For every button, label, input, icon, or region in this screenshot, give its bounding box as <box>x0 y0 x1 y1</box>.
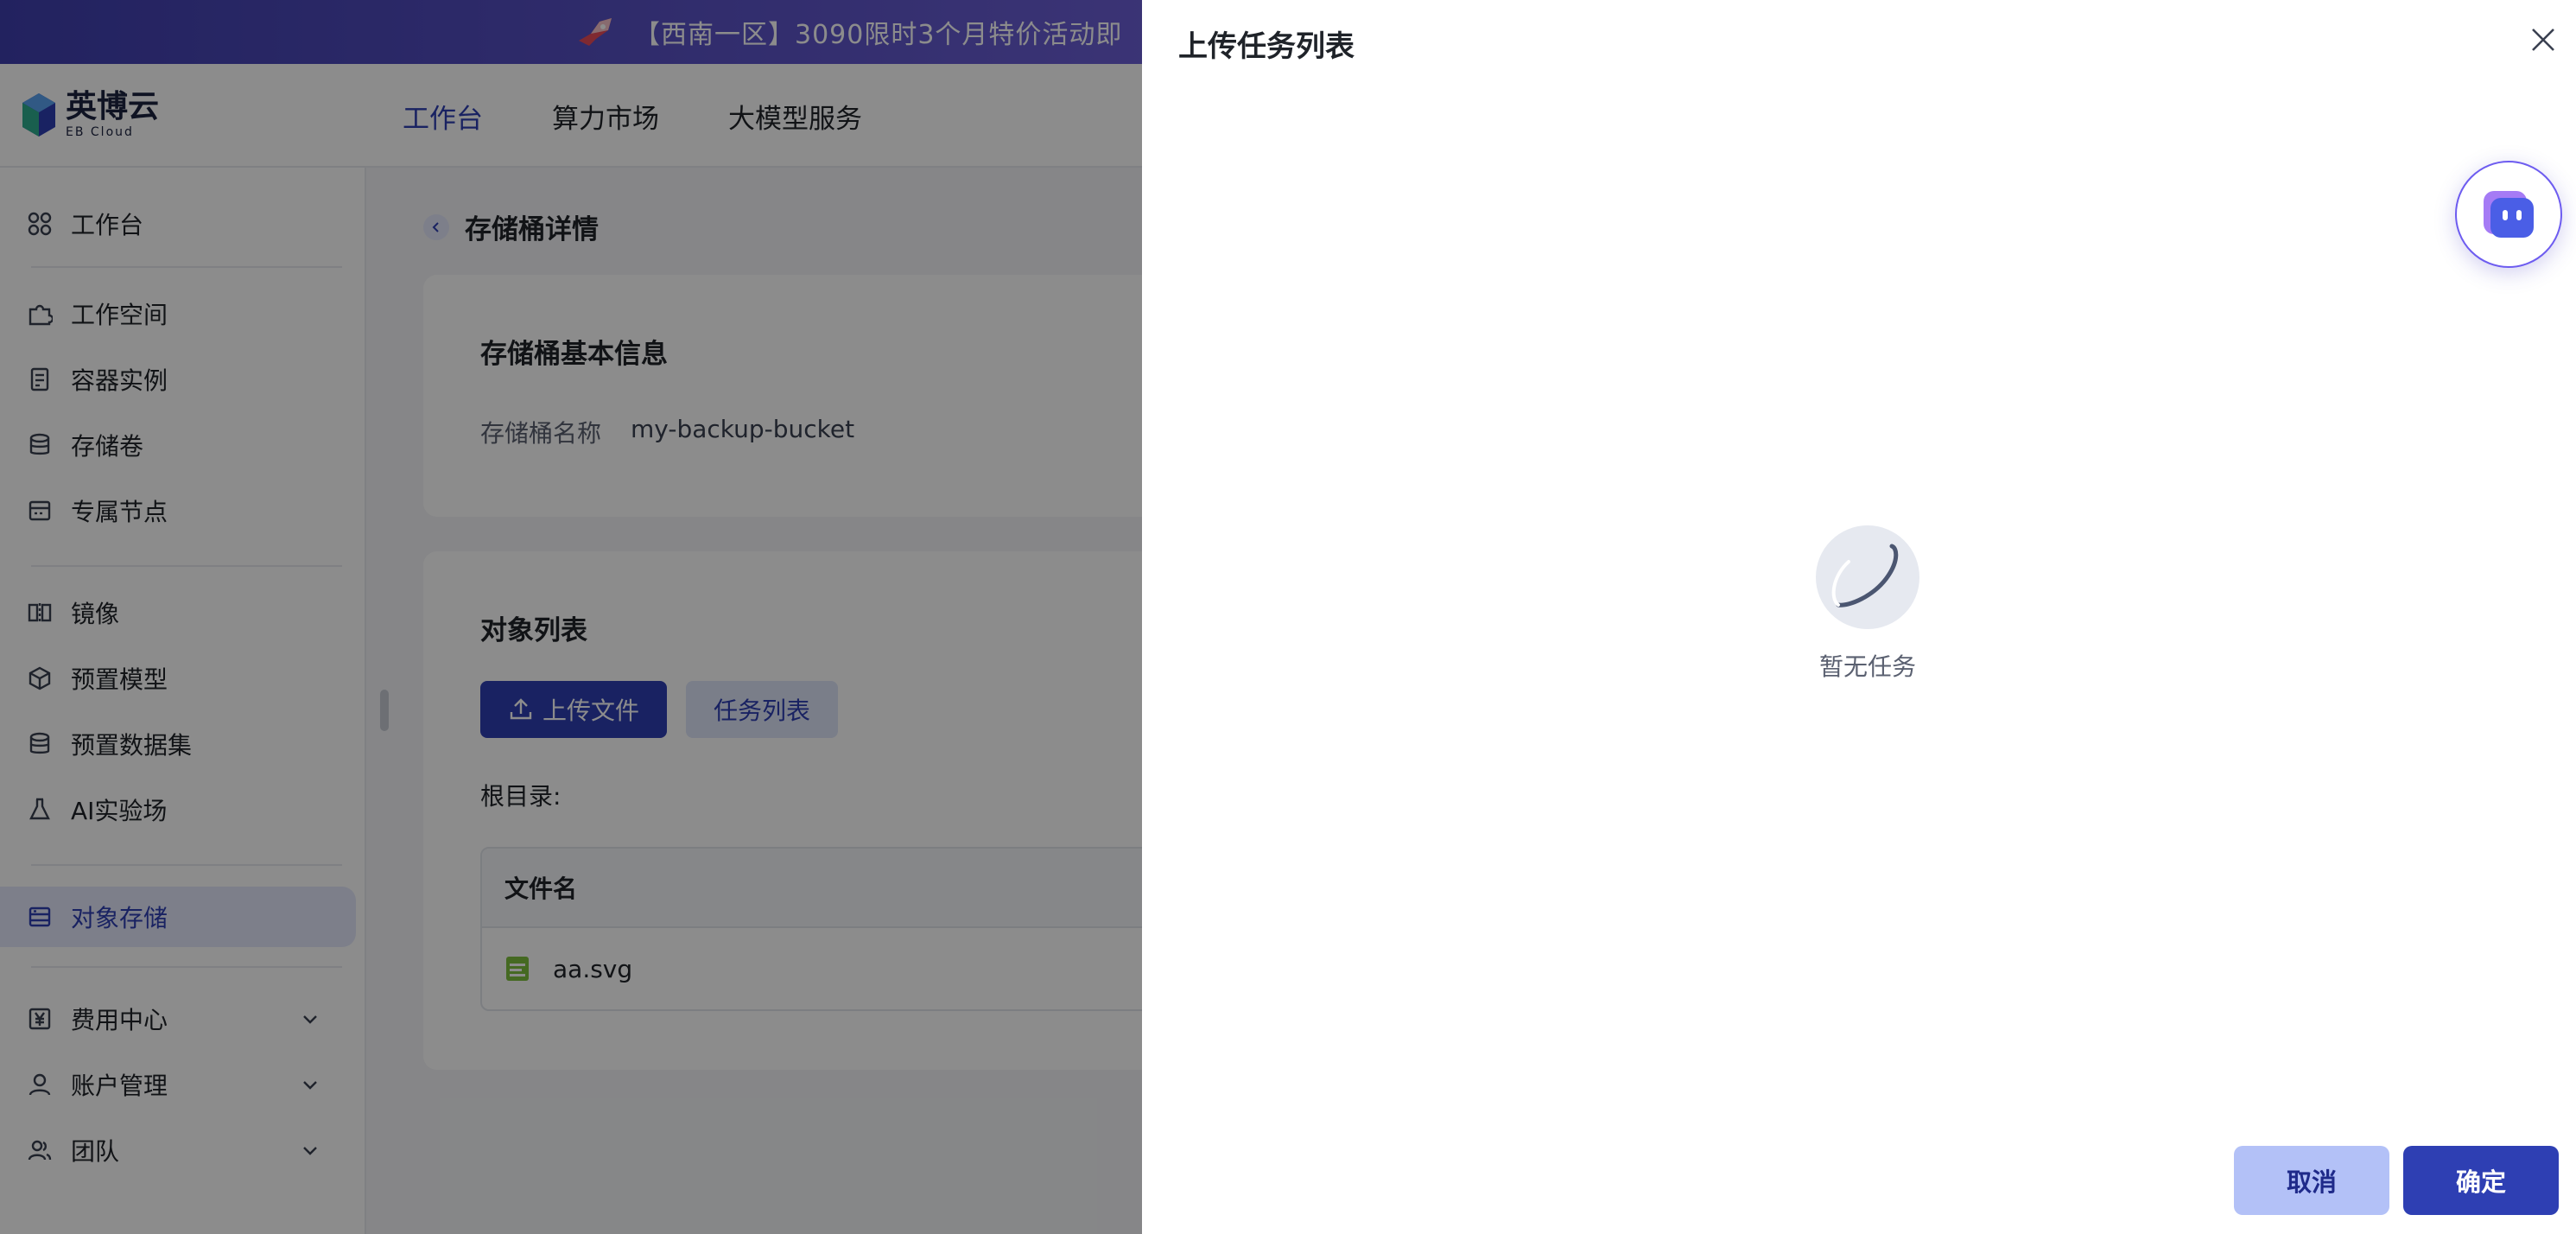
cancel-button[interactable]: 取消 <box>2234 1146 2389 1215</box>
confirm-button[interactable]: 确定 <box>2403 1146 2559 1215</box>
close-icon[interactable] <box>2528 24 2559 55</box>
drawer-title: 上传任务列表 <box>1178 29 1355 64</box>
empty-state-text: 暂无任务 <box>1818 652 1916 681</box>
empty-planet-icon <box>1816 525 1919 629</box>
app-root: 【西南一区】3090限时3个月特价活动即 英博云 EB Cloud 工作台 算力… <box>0 0 2576 1234</box>
assistant-bot-button[interactable] <box>2455 161 2562 268</box>
cancel-label: 取消 <box>2286 1167 2337 1197</box>
confirm-label: 确定 <box>2455 1167 2506 1197</box>
robot-icon <box>2484 191 2534 238</box>
upload-task-drawer: 上传任务列表 暂无任务 取消 确定 <box>1142 0 2576 1234</box>
